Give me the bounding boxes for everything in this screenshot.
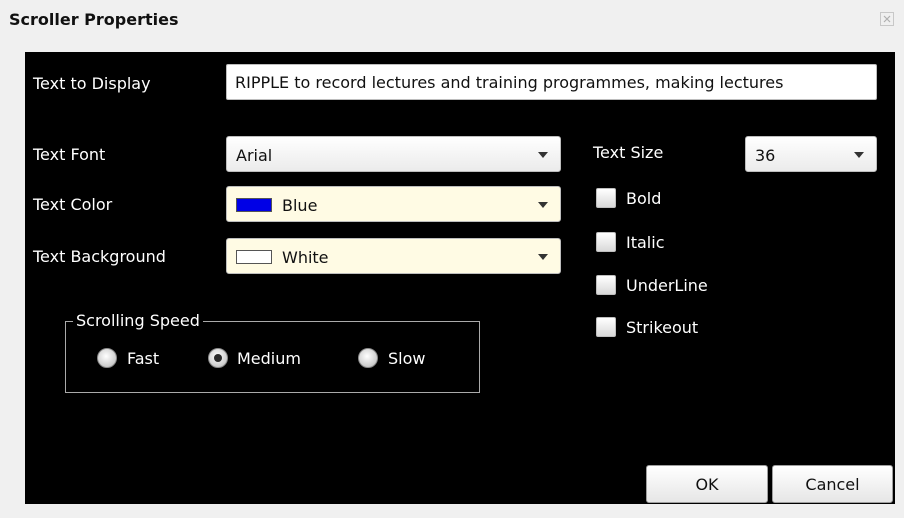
chevron-down-icon [854, 152, 864, 158]
text-font-label: Text Font [33, 145, 106, 164]
cancel-button[interactable]: Cancel [772, 465, 893, 503]
text-font-value: Arial [236, 146, 273, 165]
speed-medium-radio[interactable] [208, 348, 228, 368]
speed-slow-radio[interactable] [358, 348, 378, 368]
chevron-down-icon [538, 152, 548, 158]
italic-label: Italic [626, 233, 665, 252]
speed-fast-radio[interactable] [97, 348, 117, 368]
dialog-title: Scroller Properties [9, 10, 179, 29]
scrolling-speed-group: Scrolling Speed Fast Medium Slow [65, 311, 480, 393]
text-background-value: White [282, 248, 329, 267]
bold-checkbox[interactable] [596, 188, 616, 208]
dialog-content: Text to Display Text Font Arial Text Col… [25, 52, 895, 504]
underline-label: UnderLine [626, 276, 708, 295]
strikeout-label: Strikeout [626, 318, 699, 337]
scrolling-speed-legend: Scrolling Speed [73, 311, 203, 330]
close-icon [883, 15, 891, 23]
ok-button[interactable]: OK [646, 465, 768, 503]
strikeout-checkbox[interactable] [596, 317, 616, 337]
text-background-dropdown[interactable]: White [226, 238, 561, 274]
chevron-down-icon [538, 254, 548, 260]
bold-label: Bold [626, 189, 662, 208]
text-to-display-label: Text to Display [33, 74, 151, 93]
speed-fast-label: Fast [127, 349, 160, 368]
speed-medium-label: Medium [237, 349, 301, 368]
title-bar[interactable]: Scroller Properties [0, 0, 904, 42]
text-color-swatch [236, 198, 272, 212]
text-color-dropdown[interactable]: Blue [226, 186, 561, 222]
italic-checkbox[interactable] [596, 232, 616, 252]
chevron-down-icon [538, 202, 548, 208]
scroller-properties-dialog: Scroller Properties Text to Display Text… [0, 0, 904, 518]
text-size-label: Text Size [593, 143, 664, 162]
text-font-dropdown[interactable]: Arial [226, 136, 561, 172]
text-size-dropdown[interactable]: 36 [745, 136, 877, 172]
text-color-value: Blue [282, 196, 318, 215]
text-to-display-input[interactable] [226, 64, 877, 100]
underline-checkbox[interactable] [596, 275, 616, 295]
close-button[interactable] [880, 12, 894, 26]
speed-slow-label: Slow [388, 349, 426, 368]
text-background-swatch [236, 250, 272, 264]
text-background-label: Text Background [33, 247, 166, 266]
text-color-label: Text Color [33, 195, 113, 214]
text-size-value: 36 [755, 146, 776, 165]
